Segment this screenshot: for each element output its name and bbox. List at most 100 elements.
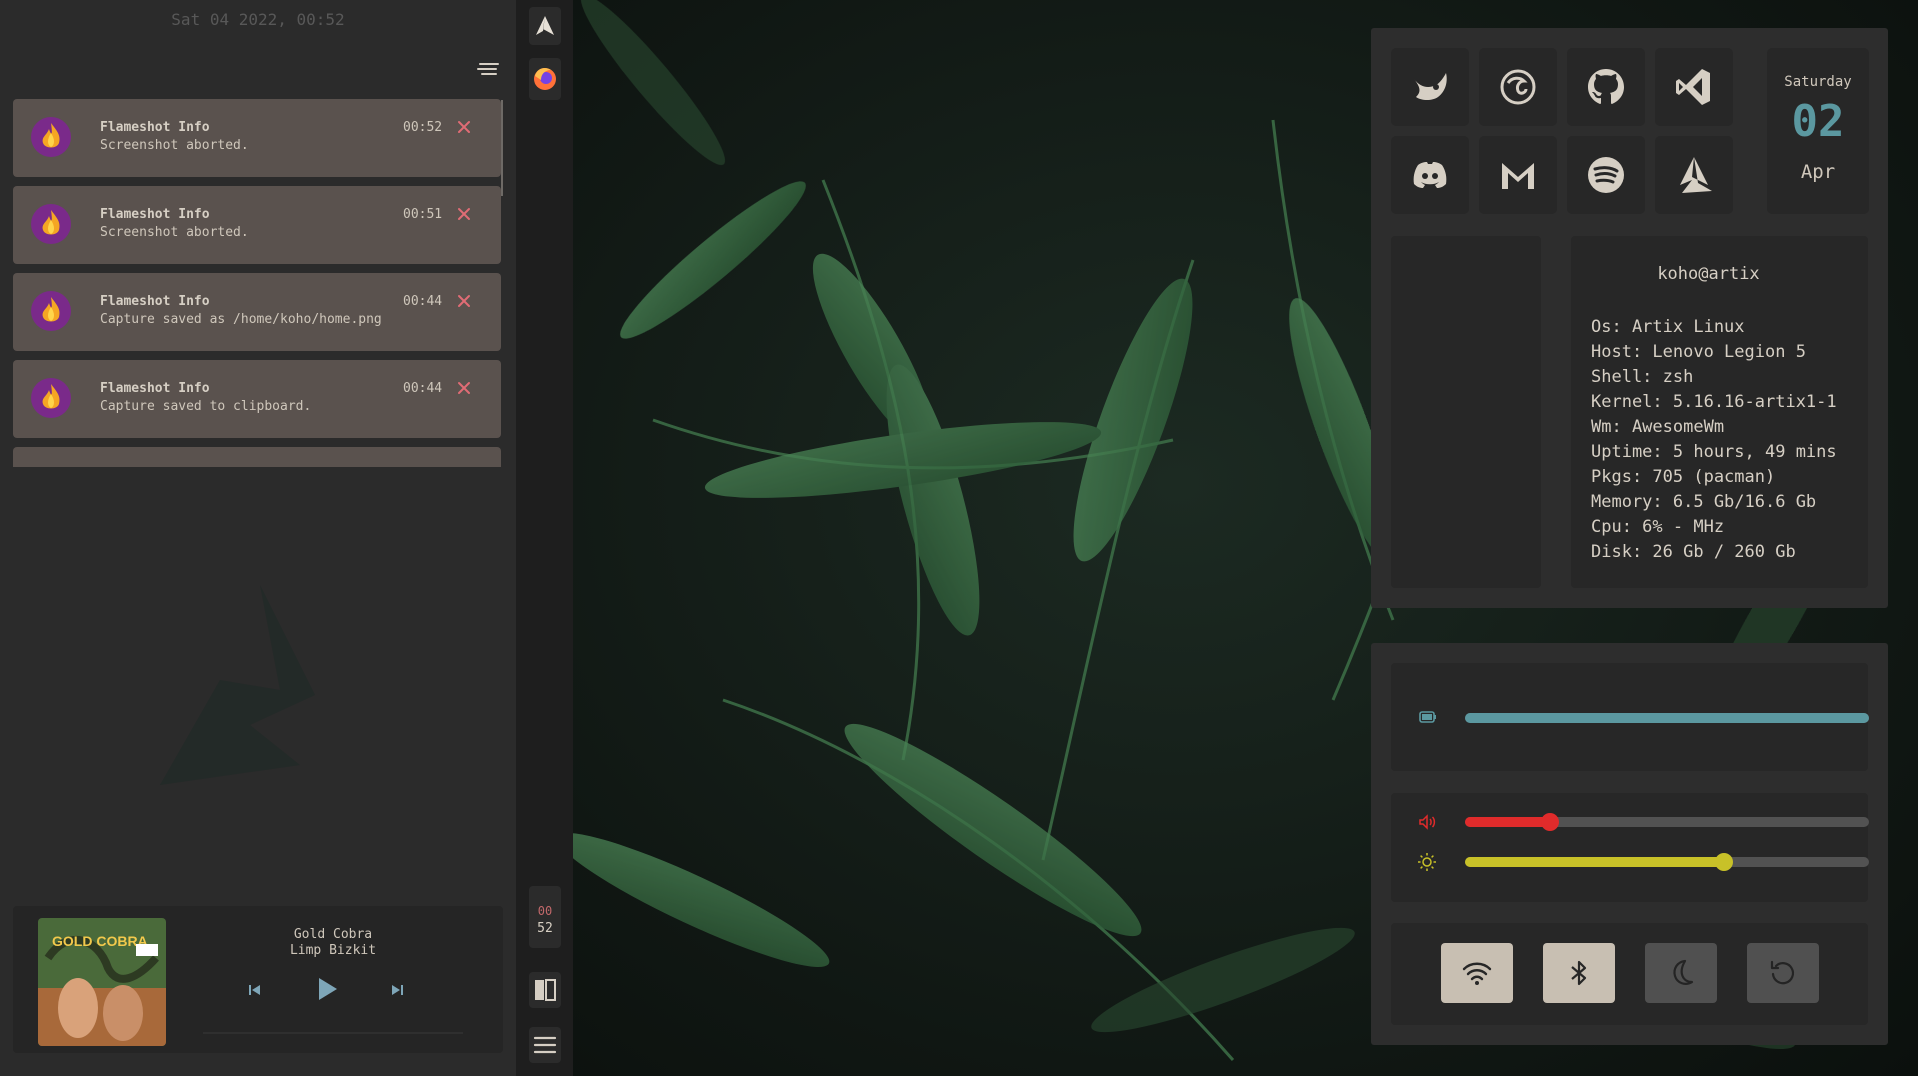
notification-time: 00:51 <box>403 207 443 222</box>
artix-icon <box>1680 157 1712 193</box>
notification-card-partial[interactable] <box>13 447 501 467</box>
night-mode-toggle[interactable] <box>1645 943 1717 1003</box>
wifi-icon <box>1462 962 1492 985</box>
gimp-launcher[interactable] <box>1391 48 1469 126</box>
notification-card[interactable]: Flameshot Info Screenshot aborted. 00:52 <box>13 99 501 177</box>
volume-icon <box>1419 814 1436 830</box>
notification-body: Capture saved to clipboard. <box>100 399 312 414</box>
notification-title: Flameshot Info <box>100 207 210 222</box>
sysinfo-uptime: Uptime: 5 hours, 49 mins <box>1591 442 1837 462</box>
brightness-slider-fill <box>1465 857 1724 867</box>
sysinfo-kernel: Kernel: 5.16.16-artix1-1 <box>1591 392 1837 412</box>
skip-next-icon[interactable] <box>387 980 407 1000</box>
notification-card[interactable]: Flameshot Info Capture saved to clipboar… <box>13 360 501 438</box>
sysinfo-pkgs: Pkgs: 705 (pacman) <box>1591 467 1776 487</box>
battery-bar <box>1465 713 1869 723</box>
sliders-widget <box>1391 793 1869 902</box>
sysinfo-lines: Os: Artix Linux Host: Lenovo Legion 5 Sh… <box>1591 315 1837 565</box>
menu-icon <box>533 1036 557 1054</box>
brightness-slider-knob[interactable] <box>1714 853 1733 871</box>
wifi-toggle[interactable] <box>1441 943 1513 1003</box>
notification-body: Screenshot aborted. <box>100 225 249 240</box>
close-icon[interactable] <box>454 291 474 311</box>
music-player: GOLD COBRA Gold Cobra Limp Bizkit <box>13 906 503 1053</box>
dashboard-controls <box>1371 643 1888 1045</box>
brightness-slider[interactable] <box>1465 853 1869 871</box>
gmail-icon <box>1502 163 1534 189</box>
notification-title: Flameshot Info <box>100 294 210 309</box>
vscode-launcher[interactable] <box>1655 48 1733 126</box>
close-icon[interactable] <box>454 204 474 224</box>
layout-icon <box>535 979 556 1001</box>
artix-launcher-button[interactable] <box>529 7 561 45</box>
sysinfo-disk: Disk: 26 Gb / 260 Gb <box>1591 542 1796 562</box>
panel-datetime: Sat 04 2022, 00:52 <box>171 10 345 29</box>
dashboard-top: Saturday 02 Apr koho@artix Os: Artix Lin… <box>1371 28 1888 608</box>
clear-notifications-icon[interactable] <box>476 62 500 78</box>
flameshot-icon <box>31 117 71 157</box>
menu-button[interactable] <box>529 1027 561 1063</box>
notification-card[interactable]: Flameshot Info Screenshot aborted. 00:51 <box>13 186 501 264</box>
battery-icon <box>1419 711 1436 723</box>
play-icon[interactable] <box>315 976 339 1002</box>
bluetooth-icon <box>1571 960 1587 986</box>
notification-scrollbar[interactable] <box>501 100 503 196</box>
clock-minute: 52 <box>537 921 553 936</box>
sysinfo-host: Host: Lenovo Legion 5 <box>1591 342 1806 362</box>
github-icon <box>1588 69 1624 104</box>
sysinfo-wm: Wm: AwesomeWm <box>1591 417 1725 437</box>
close-icon[interactable] <box>454 378 474 398</box>
gmail-launcher[interactable] <box>1479 136 1557 214</box>
calendar-weekday: Saturday <box>1784 74 1852 90</box>
notification-time: 00:44 <box>403 294 443 309</box>
firefox-icon <box>1500 69 1536 105</box>
song-artist: Limp Bizkit <box>289 943 377 958</box>
sysinfo-shell: Shell: zsh <box>1591 367 1694 387</box>
battery-bar-fill <box>1465 713 1869 723</box>
notification-card[interactable]: Flameshot Info Capture saved as /home/ko… <box>13 273 501 351</box>
discord-launcher[interactable] <box>1391 136 1469 214</box>
notification-body: Capture saved as /home/koho/home.png <box>100 312 382 327</box>
reboot-icon <box>1770 960 1795 985</box>
sysinfo-cpu: Cpu: 6% - MHz <box>1591 517 1725 537</box>
firefox-button[interactable] <box>529 58 561 100</box>
bluetooth-toggle[interactable] <box>1543 943 1615 1003</box>
github-launcher[interactable] <box>1567 48 1645 126</box>
volume-slider-fill <box>1465 817 1550 827</box>
calendar-day: 02 <box>1791 96 1845 147</box>
volume-slider-knob[interactable] <box>1540 813 1559 831</box>
song-title: Gold Cobra <box>293 927 373 942</box>
clock-hour: 00 <box>537 904 553 918</box>
quick-toggles <box>1391 923 1868 1025</box>
flameshot-icon <box>31 291 71 331</box>
reboot-toggle[interactable] <box>1747 943 1819 1003</box>
artix-logo-watermark <box>160 585 315 785</box>
close-icon[interactable] <box>454 117 474 137</box>
music-progress-bar[interactable] <box>203 1032 463 1034</box>
vertical-taskbar: 00 52 <box>516 0 573 1076</box>
notification-time: 00:52 <box>403 120 443 135</box>
brightness-icon <box>1418 853 1436 871</box>
discord-icon <box>1413 162 1447 188</box>
spotify-launcher[interactable] <box>1567 136 1645 214</box>
system-info-box: koho@artix Os: Artix Linux Host: Lenovo … <box>1571 236 1868 588</box>
sysinfo-os: Os: Artix Linux <box>1591 317 1745 337</box>
notification-time: 00:44 <box>403 381 443 396</box>
artix-launcher[interactable] <box>1655 136 1733 214</box>
flameshot-icon <box>31 378 71 418</box>
battery-widget <box>1391 663 1869 771</box>
firefox-launcher[interactable] <box>1479 48 1557 126</box>
notification-panel: Sat 04 2022, 00:52 Flameshot Info Screen… <box>0 0 516 1076</box>
volume-slider[interactable] <box>1465 813 1869 831</box>
sysinfo-user: koho@artix <box>1657 264 1760 284</box>
flameshot-icon <box>31 204 71 244</box>
firefox-icon <box>534 68 556 90</box>
gimp-icon <box>1414 73 1447 100</box>
calendar-widget: Saturday 02 Apr <box>1767 48 1869 214</box>
notification-title: Flameshot Info <box>100 381 210 396</box>
skip-previous-icon[interactable] <box>245 980 265 1000</box>
layout-button[interactable] <box>529 972 561 1008</box>
profile-picture-box <box>1391 236 1541 588</box>
vscode-icon <box>1676 69 1710 105</box>
album-art: GOLD COBRA <box>38 918 166 1046</box>
